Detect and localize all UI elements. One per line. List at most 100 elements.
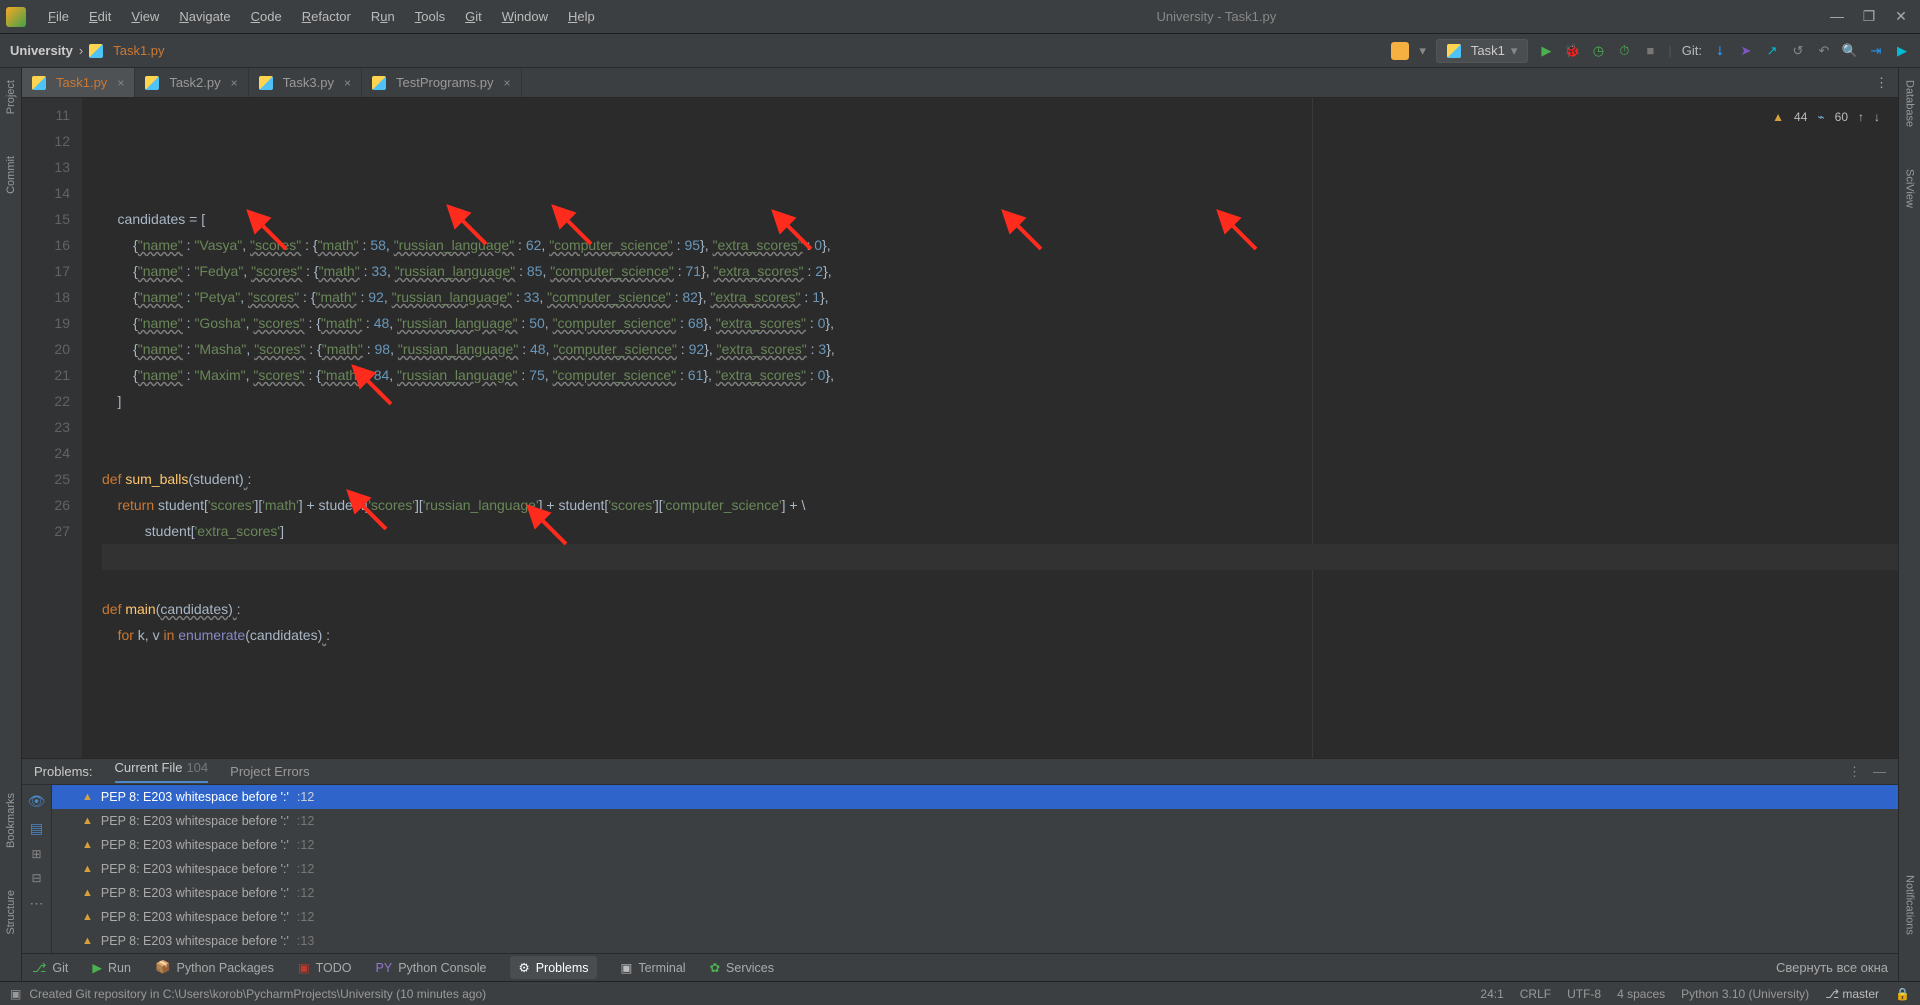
problems-panel: Problems: Current File104 Project Errors… xyxy=(22,758,1898,953)
prev-highlight-icon[interactable]: ↑ xyxy=(1858,104,1864,130)
line-separator[interactable]: CRLF xyxy=(1520,987,1551,1001)
close-tab-icon[interactable]: × xyxy=(344,76,351,90)
tool-problems[interactable]: ⚙Problems xyxy=(510,956,596,979)
maximize-icon[interactable]: ❐ xyxy=(1862,8,1876,25)
highlight-icon[interactable]: 👁 xyxy=(28,793,46,810)
tool-database[interactable]: Database xyxy=(1902,74,1918,133)
run-config-selector[interactable]: Task1 ▾ xyxy=(1436,39,1529,63)
chevron-down-icon[interactable]: ▾ xyxy=(1419,43,1426,59)
menu-run[interactable]: Run xyxy=(363,5,403,28)
warning-icon: ▲ xyxy=(82,791,93,803)
panel-options-icon[interactable]: ⋮ xyxy=(1848,764,1861,780)
python-file-icon xyxy=(259,76,273,90)
menu-code[interactable]: Code xyxy=(243,5,290,28)
tool-bookmarks[interactable]: Bookmarks xyxy=(3,787,19,854)
panel-hide-icon[interactable]: — xyxy=(1873,764,1886,780)
problem-item[interactable]: ▲ PEP 8: E203 whitespace before ':' :12 xyxy=(52,833,1898,857)
settings-icon[interactable]: ⇥ xyxy=(1868,43,1884,59)
file-encoding[interactable]: UTF-8 xyxy=(1567,987,1601,1001)
menu-window[interactable]: Window xyxy=(494,5,556,28)
caret-position[interactable]: 24:1 xyxy=(1480,987,1503,1001)
python-console-icon: PY xyxy=(376,961,393,975)
execute-icon[interactable]: ▶ xyxy=(1894,43,1910,59)
problem-message: PEP 8: E203 whitespace before ':' xyxy=(101,838,289,852)
menu-navigate[interactable]: Navigate xyxy=(171,5,238,28)
problem-location: :12 xyxy=(297,910,314,924)
git-branch[interactable]: ⎇ master xyxy=(1825,987,1879,1001)
problems-icon: ⚙ xyxy=(518,960,529,975)
menu-help[interactable]: Help xyxy=(560,5,603,28)
tab-testprograms[interactable]: TestPrograms.py× xyxy=(362,68,522,97)
tab-task3[interactable]: Task3.py× xyxy=(249,68,362,97)
breadcrumb-file[interactable]: Task1.py xyxy=(113,43,164,58)
close-tab-icon[interactable]: × xyxy=(117,76,124,90)
menu-view[interactable]: View xyxy=(123,5,167,28)
tab-task1[interactable]: Task1.py× xyxy=(22,68,135,97)
problem-item[interactable]: ▲ PEP 8: E203 whitespace before ':' :12 xyxy=(52,881,1898,905)
indent-settings[interactable]: 4 spaces xyxy=(1617,987,1665,1001)
tool-notifications[interactable]: Notifications xyxy=(1902,869,1918,941)
coverage-icon[interactable]: ◷ xyxy=(1590,43,1606,59)
tabs-more-icon[interactable]: ⋮ xyxy=(1865,68,1898,97)
menu-refactor[interactable]: Refactor xyxy=(294,5,359,28)
problems-tab-errors[interactable]: Project Errors xyxy=(230,764,309,779)
problems-tab-current[interactable]: Current File104 xyxy=(115,760,209,783)
todo-icon: ▣ xyxy=(298,960,310,975)
tab-task2[interactable]: Task2.py× xyxy=(135,68,248,97)
tool-project[interactable]: Project xyxy=(3,74,19,120)
next-highlight-icon[interactable]: ↓ xyxy=(1874,104,1880,130)
python-interpreter[interactable]: Python 3.10 (University) xyxy=(1681,987,1809,1001)
menu-tools[interactable]: Tools xyxy=(407,5,453,28)
problem-item[interactable]: ▲ PEP 8: E203 whitespace before ':' :13 xyxy=(52,929,1898,953)
rollback-icon[interactable]: ↶ xyxy=(1816,43,1832,59)
breadcrumb[interactable]: University › Task1.py xyxy=(10,43,165,58)
search-icon[interactable]: 🔍 xyxy=(1842,43,1858,59)
history-icon[interactable]: ↺ xyxy=(1790,43,1806,59)
menu-edit[interactable]: Edit xyxy=(81,5,119,28)
tool-commit[interactable]: Commit xyxy=(3,150,19,200)
problems-list[interactable]: ▲ PEP 8: E203 whitespace before ':' :12 … xyxy=(52,785,1898,953)
menu-file[interactable]: File xyxy=(40,5,77,28)
cwm-icon[interactable] xyxy=(1391,42,1409,60)
menu-git[interactable]: Git xyxy=(457,5,490,28)
profile-icon[interactable]: ⏱ xyxy=(1616,43,1632,59)
stop-icon[interactable]: ■ xyxy=(1642,43,1658,59)
tool-console[interactable]: PYPython Console xyxy=(376,961,487,975)
breadcrumb-project[interactable]: University xyxy=(10,43,73,58)
toolwindows-icon[interactable]: ▣ xyxy=(10,987,21,1001)
problem-location: :12 xyxy=(297,790,314,804)
git-commit-icon[interactable]: ➤ xyxy=(1738,43,1754,59)
close-tab-icon[interactable]: × xyxy=(231,76,238,90)
code-area[interactable]: ▲44 ⌁60 ↑ ↓ candidates = [ {"name" : "Va… xyxy=(82,98,1898,758)
minimize-icon[interactable]: — xyxy=(1830,8,1844,25)
problem-item[interactable]: ▲ PEP 8: E203 whitespace before ':' :12 xyxy=(52,905,1898,929)
problem-item[interactable]: ▲ PEP 8: E203 whitespace before ':' :12 xyxy=(52,809,1898,833)
tool-todo[interactable]: ▣TODO xyxy=(298,960,352,975)
more-icon[interactable]: ⋯ xyxy=(30,895,44,912)
close-tab-icon[interactable]: × xyxy=(504,76,511,90)
services-icon: ✿ xyxy=(710,960,720,975)
debug-icon[interactable]: 🐞 xyxy=(1564,43,1580,59)
lock-icon[interactable]: 🔒 xyxy=(1895,987,1910,1001)
problem-item[interactable]: ▲ PEP 8: E203 whitespace before ':' :12 xyxy=(52,785,1898,809)
expand-icon[interactable]: ⊞ xyxy=(31,847,41,861)
warning-icon: ▲ xyxy=(82,863,93,875)
view-icon[interactable]: ▤ xyxy=(30,820,43,837)
tool-services[interactable]: ✿Services xyxy=(710,960,774,975)
inspections-widget[interactable]: ▲44 ⌁60 ↑ ↓ xyxy=(1772,104,1880,130)
close-icon[interactable]: ✕ xyxy=(1894,8,1908,25)
problem-item[interactable]: ▲ PEP 8: E203 whitespace before ':' :12 xyxy=(52,857,1898,881)
git-update-icon[interactable]: ⭣ xyxy=(1712,43,1728,59)
tool-git[interactable]: ⎇Git xyxy=(32,960,68,975)
run-icon[interactable]: ▶ xyxy=(1538,43,1554,59)
tool-terminal[interactable]: ▣Terminal xyxy=(621,960,686,975)
navigation-bar: University › Task1.py ▾ Task1 ▾ ▶ 🐞 ◷ ⏱ … xyxy=(0,34,1920,68)
tool-packages[interactable]: 📦Python Packages xyxy=(155,960,274,975)
git-push-icon[interactable]: ↗ xyxy=(1764,43,1780,59)
git-branch-icon: ⎇ xyxy=(32,960,46,975)
tool-run[interactable]: ▶Run xyxy=(92,960,131,975)
tool-sciview[interactable]: SciView xyxy=(1902,163,1918,214)
tool-structure[interactable]: Structure xyxy=(3,884,19,941)
collapse-icon[interactable]: ⊟ xyxy=(31,871,41,885)
editor[interactable]: 1112131415161718192021222324252627 ▲44 ⌁… xyxy=(22,98,1898,758)
